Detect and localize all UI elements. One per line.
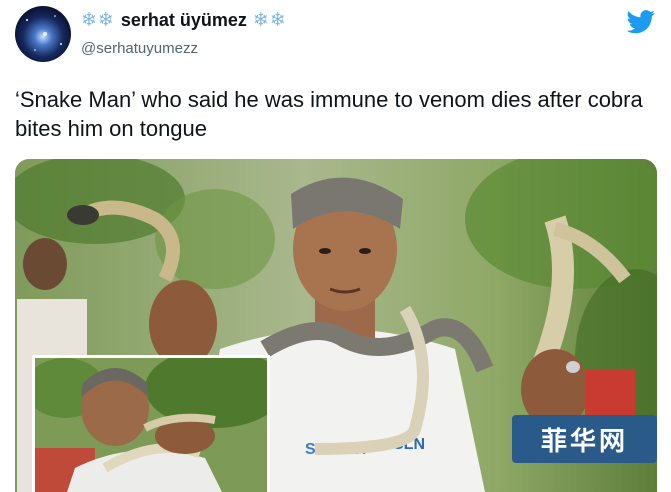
snowflake-icon-left: ❄❄ <box>81 10 115 31</box>
inset-photo <box>32 355 270 492</box>
galaxy-avatar-icon <box>15 6 71 62</box>
author-handle[interactable]: @serhatuyumezz <box>81 40 198 57</box>
tweet-text: ‘Snake Man’ who said he was immune to ve… <box>15 87 643 141</box>
author-avatar[interactable] <box>15 6 71 62</box>
twitter-bird-icon[interactable] <box>626 10 656 34</box>
snowflake-icon-right: ❄❄ <box>252 10 287 31</box>
watermark-logo: 菲华网 <box>512 415 657 463</box>
inset-photo-illustration <box>35 358 267 492</box>
author-display-name[interactable]: serhat üyümez <box>121 10 247 31</box>
author-name-row[interactable]: ❄❄ serhat üyümez ❄❄ <box>81 10 287 31</box>
tweet-media-photo[interactable]: SMARTI SLN 菲华网 <box>15 159 657 492</box>
